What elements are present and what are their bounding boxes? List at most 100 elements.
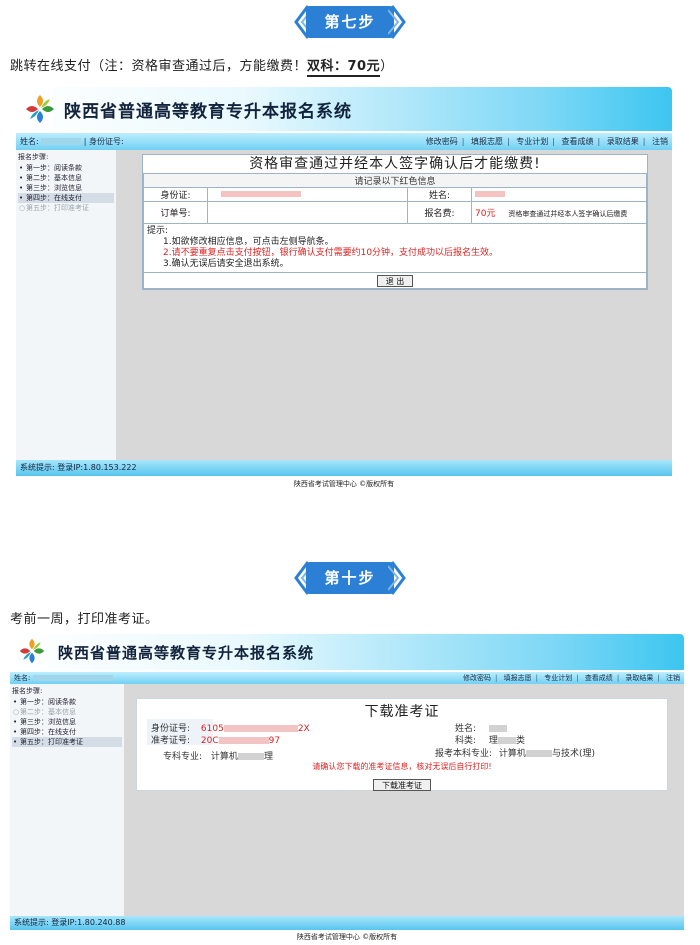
sidebar-header: 报名步骤: [12, 687, 43, 695]
exit-row: 退 出 [143, 272, 647, 289]
id-value-end: 2X [297, 724, 310, 734]
nav-links: 修改密码 | 填报志愿 | 专业计划 | 查看成绩 | 录取结果 | 注销 [425, 137, 668, 146]
download-note: 请确认您下载的准考证信息，核对无误后自行打印! [312, 762, 492, 771]
id-field-value [207, 187, 408, 202]
sidebar-item-step1[interactable]: 第一步：阅读条款 [12, 697, 122, 707]
tips-header: 提示: [147, 226, 169, 236]
nav-change-password[interactable]: 修改密码 [463, 674, 491, 682]
tip-1: 1.如欲修改相应信息，可点击左侧导航条。 [163, 237, 334, 247]
redacted-name [32, 675, 113, 681]
site-logo-icon [19, 638, 45, 664]
card-subtitle: 请记录以下红色信息 [143, 173, 647, 188]
order-field-value [207, 201, 408, 224]
id-label: | 身份证号: [83, 137, 124, 146]
instruction-text: 跳转在线支付（注：资格审查通过后，方能缴费！ [10, 59, 308, 74]
sidebar-item-step3[interactable]: 第三步：浏览信息 [12, 717, 122, 727]
tip-2: 2.请不要重复点击支付按钮，银行确认支付需要约10分钟，支付成功以后报名生效。 [163, 248, 499, 258]
redacted-name [41, 138, 82, 145]
order-field-label: 订单号: [143, 201, 208, 224]
sidebar-header: 报名步骤: [18, 153, 49, 161]
site-banner: 陕西省普通高等教育专升本报名系统 [10, 634, 684, 670]
exam-no-start: 20C [200, 736, 219, 746]
user-info: 姓名: [14, 672, 113, 684]
fee-amount: 70元 [475, 209, 496, 219]
sidebar-item-step2[interactable]: 第二步：基本信息 [18, 173, 114, 183]
status-bar: 系统提示: 登录IP:1.80.153.222 [16, 460, 672, 476]
download-button-wrap: 下载准考证 [137, 773, 667, 792]
nav-change-password[interactable]: 修改密码 [426, 137, 458, 146]
target-major-label: 报考本科专业: [435, 749, 493, 759]
site-logo-icon [26, 95, 54, 123]
admission-ticket-screenshot: 陕西省普通高等教育专升本报名系统 姓名: 修改密码 | 填报志愿 | 专业计划 | 查… [10, 634, 684, 944]
site-banner: 陕西省普通高等教育专升本报名系统 [16, 87, 672, 131]
download-ticket-button[interactable]: 下载准考证 [373, 779, 431, 791]
target-major-row: 报考本科专业: 计算机 与技术(理) [435, 746, 595, 759]
nav-major-plan[interactable]: 专业计划 [516, 137, 548, 146]
category-row: 科类: 理 类 [455, 733, 525, 746]
main-content: 资格审查通过并经本人签字确认后才能缴费! 请记录以下红色信息 身份证: 姓名: … [116, 150, 672, 460]
sidebar-item-step5[interactable]: 第五步：打印准考证 [12, 737, 122, 747]
exam-no-row: 准考证号: 20C 97 [151, 733, 280, 746]
nav-major-plan[interactable]: 专业计划 [544, 674, 572, 682]
user-name-label: 姓名: [14, 674, 31, 682]
category-value: 理 [488, 736, 498, 746]
sidebar-item-step5[interactable]: 第五步：打印准考证 [18, 203, 114, 213]
step-ten-badge: 第十步 [306, 562, 394, 594]
exam-no-label: 准考证号: [151, 736, 191, 746]
id-field-label: 身份证: [143, 187, 208, 202]
page-footer: 陕西省考试管理中心 ©版权所有 [293, 480, 395, 488]
step-seven-badge: 第七步 [306, 6, 394, 38]
fee-field-label: 报名费: [407, 201, 472, 224]
step-ten-header: 第十步 [0, 558, 700, 598]
sidebar-item-step1[interactable]: 第一步：阅读条款 [18, 163, 114, 173]
sidebar-item-step4[interactable]: 第四步：在线支付 [18, 193, 114, 203]
step-seven-instruction: 跳转在线支付（注：资格审查通过后，方能缴费！双科：70元） [10, 55, 394, 77]
chevron-right-icon [388, 561, 406, 595]
payment-card: 资格审查通过并经本人签字确认后才能缴费! 请记录以下红色信息 身份证: 姓名: … [142, 154, 648, 290]
admission-ticket-card: 下载准考证 身份证号: 6105 2X 准考证号: 20C 97 专科专业: 计算机… [136, 698, 668, 791]
nav-admission-result[interactable]: 录取结果 [625, 674, 653, 682]
page-footer: 陕西省考试管理中心 ©版权所有 [296, 933, 398, 941]
top-navbar: 姓名: 修改密码 | 填报志愿 | 专业计划 | 查看成绩 | 录取结果 | 注销 [10, 672, 684, 684]
tip-3: 3.确认无误后请安全退出系统。 [163, 259, 289, 269]
target-major-value-end: 与技术(理) [551, 749, 595, 759]
name-field-label: 姓名: [407, 187, 472, 202]
tips-block: 提示: 1.如欲修改相应信息，可点击左侧导航条。 2.请不要重复点击支付按钮，银… [143, 223, 647, 273]
exam-no-end: 97 [268, 736, 281, 746]
nav-admission-result[interactable]: 录取结果 [607, 137, 639, 146]
nav-fill-choices[interactable]: 填报志愿 [504, 674, 532, 682]
site-title: 陕西省普通高等教育专升本报名系统 [58, 644, 315, 662]
step-ten-instruction: 考前一周，打印准考证。 [10, 612, 159, 627]
user-info: 姓名: | 身份证号: [20, 133, 124, 150]
close-paren: ） [380, 59, 394, 74]
target-major-value: 计算机 [498, 749, 526, 759]
exit-button[interactable]: 退 出 [376, 274, 414, 287]
card-title: 资格审查通过并经本人签字确认后才能缴费! [249, 156, 541, 172]
main-content: 下载准考证 身份证号: 6105 2X 准考证号: 20C 97 专科专业: 计算机… [124, 684, 684, 916]
nav-logout[interactable]: 注销 [652, 137, 668, 146]
sidebar-item-step3[interactable]: 第三步：浏览信息 [18, 183, 114, 193]
payment-info-table: 请记录以下红色信息 身份证: 姓名: 订单号: 报名费: 70元 资格审查通过并… [143, 173, 647, 289]
sidebar-item-step2[interactable]: 第二步：基本信息 [12, 707, 122, 717]
nav-logout[interactable]: 注销 [666, 674, 680, 682]
step-seven-header: 第七步 [0, 2, 700, 42]
steps-sidebar: 报名步骤: 第一步：阅读条款 第二步：基本信息 第三步：浏览信息 第四步：在线支… [10, 684, 124, 916]
name-field-value [471, 187, 647, 202]
user-name-label: 姓名: [20, 137, 39, 146]
nav-links: 修改密码 | 填报志愿 | 专业计划 | 查看成绩 | 录取结果 | 注销 [463, 674, 680, 682]
steps-sidebar: 报名步骤: 第一步：阅读条款 第二步：基本信息 第三步：浏览信息 第四步：在线支… [16, 150, 116, 460]
fee-note: 资格审查通过并经本人签字确认后缴费 [508, 210, 628, 218]
category-label: 科类: [455, 736, 477, 746]
nav-fill-choices[interactable]: 填报志愿 [471, 137, 503, 146]
status-bar: 系统提示: 登录IP:1.80.240.88 [10, 916, 684, 930]
fee-field-value: 70元 资格审查通过并经本人签字确认后缴费 [471, 201, 647, 224]
sidebar-item-step4[interactable]: 第四步：在线支付 [12, 727, 122, 737]
nav-view-scores[interactable]: 查看成绩 [585, 674, 613, 682]
chevron-right-icon [388, 5, 406, 39]
card-title: 下载准考证 [364, 704, 440, 720]
site-title: 陕西省普通高等教育专升本报名系统 [64, 102, 352, 122]
nav-view-scores[interactable]: 查看成绩 [562, 137, 594, 146]
top-navbar: 姓名: | 身份证号: 修改密码 | 填报志愿 | 专业计划 | 查看成绩 | 录取结果… [16, 133, 672, 150]
category-value-end: 类 [515, 736, 525, 746]
fee-highlight: 双科：70元 [307, 59, 381, 77]
